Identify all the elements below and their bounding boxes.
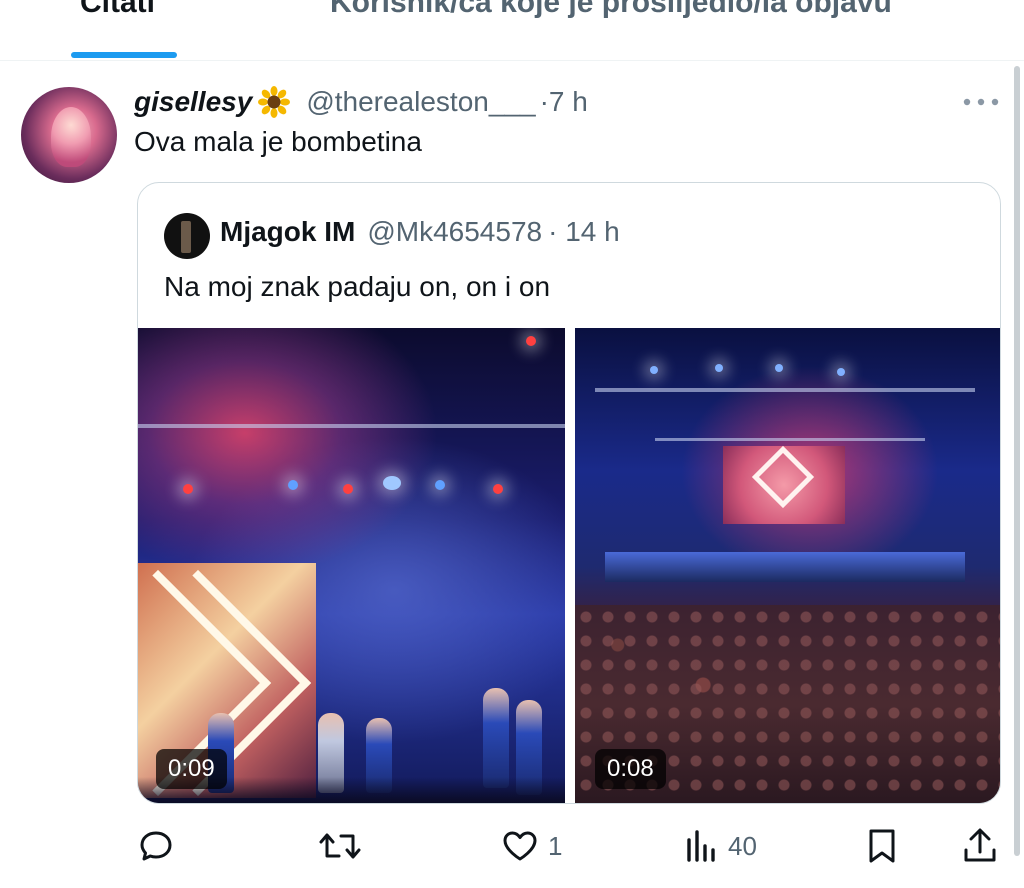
like-count: 1 [548,830,563,861]
stage-light [183,484,193,494]
tab-reposted-by[interactable]: Korisnik/ca koje je proslijedio/la objav… [330,0,892,20]
share-icon [964,828,996,862]
tweet-detail-page: Citati Korisnik/ca koje je proslijedio/l… [0,0,1024,888]
dancer [483,688,509,788]
stage-truss [655,438,925,441]
quoted-time[interactable]: · 14 h [548,216,620,248]
sunflower-icon [258,86,291,118]
stage-light [493,484,503,494]
avatar[interactable] [21,87,117,183]
retweet-button[interactable] [318,818,362,874]
views-button[interactable]: 40 [684,818,757,874]
quoted-tweet-header: Mjagok IM @Mk4654578 · 14 h [220,216,620,248]
video-duration-badge: 0:09 [156,749,227,789]
quoted-avatar-image [181,221,191,253]
quoted-tweet[interactable]: Mjagok IM @Mk4654578 · 14 h Na moj znak … [137,182,1001,804]
stage-light [775,364,783,372]
tweet-header: gisellesy @therealeston___ ·7 h [134,82,588,122]
quoted-tweet-text: Na moj znak padaju on, on i on [164,271,551,302]
quoted-avatar[interactable] [164,213,210,259]
avatar-image [51,107,91,167]
author-handle[interactable]: @therealeston___ [306,86,535,118]
stage-light [288,480,298,490]
retweet-icon [319,833,361,859]
tweet-time[interactable]: ·7 h [540,86,588,118]
views-count: 40 [728,830,757,861]
tab-quotes[interactable]: Citati [80,0,155,20]
bookmark-button[interactable] [864,818,900,874]
heart-icon [503,831,537,861]
stage-light [383,476,401,490]
author-display-name[interactable]: gisellesy [134,86,252,118]
reply-button[interactable] [136,818,176,874]
bookmark-icon [869,829,895,863]
stage-floor [605,552,965,582]
quoted-display-name[interactable]: Mjagok IM [220,216,355,248]
share-button[interactable] [960,818,1000,874]
active-tab-indicator [71,52,177,58]
quoted-handle[interactable]: @Mk4654578 [367,216,542,248]
quote-tabs: Citati Korisnik/ca koje je proslijedio/l… [0,0,1024,61]
stage-light [526,336,536,346]
stage-light [343,484,353,494]
stage-light [435,480,445,490]
video-thumbnail-2[interactable]: 0:08 [575,328,1000,803]
stage-light [837,368,845,376]
video-thumbnail-1[interactable]: 0:09 [138,328,565,803]
more-options-icon[interactable] [962,92,1000,112]
stage-light [715,364,723,372]
stage-truss [595,388,975,392]
scrollbar[interactable] [1014,66,1020,856]
tweet-text: Ova mala je bombetina [134,126,422,157]
like-button[interactable]: 1 [500,818,562,874]
tweet-actions: 1 40 [0,818,1024,874]
stage-truss [138,424,565,428]
video-duration-badge: 0:08 [595,749,666,789]
stage-light [650,366,658,374]
views-icon [687,830,715,862]
reply-icon [140,831,172,861]
